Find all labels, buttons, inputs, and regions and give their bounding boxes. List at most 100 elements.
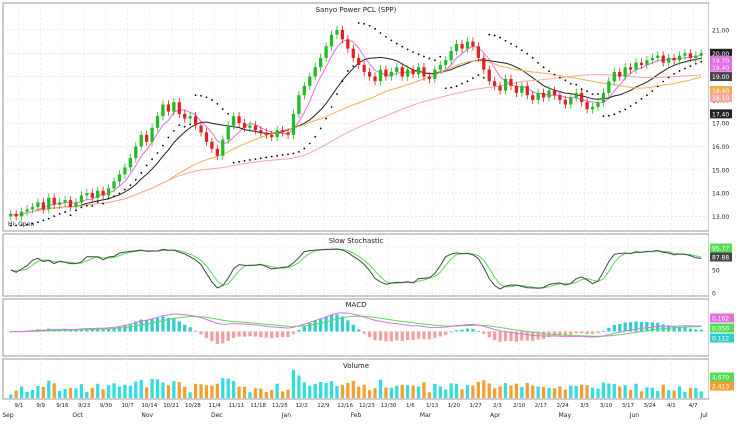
macd-histogram-bar <box>232 331 236 338</box>
psar-dot <box>390 39 393 42</box>
volume-bar <box>101 389 105 398</box>
x-day-label: 12/16 <box>337 403 353 409</box>
candle-body <box>389 71 393 77</box>
macd-histogram-bar <box>487 331 491 338</box>
candle-body <box>166 104 171 112</box>
candle-body <box>101 190 105 196</box>
macd-histogram-bar <box>237 331 241 337</box>
price-tick-label: 21.00 <box>712 27 729 34</box>
psar-dot <box>428 57 431 60</box>
volume-bar <box>465 385 470 398</box>
candle-body <box>558 95 562 100</box>
x-day-label: 9/23 <box>78 403 91 409</box>
volume-bar <box>253 388 258 398</box>
volume-bar <box>275 383 279 398</box>
candle-body <box>25 209 29 212</box>
macd-histogram-bar <box>161 316 165 332</box>
volume-bar <box>96 383 100 398</box>
candle-body <box>172 102 176 112</box>
volume-bar <box>324 383 328 398</box>
volume-bar <box>319 381 323 398</box>
candle-body <box>58 202 62 205</box>
psar-dot <box>401 45 404 48</box>
candle-body <box>384 69 388 77</box>
candle-body <box>590 106 595 110</box>
psar-dot <box>151 158 153 161</box>
psar-dot <box>461 82 463 85</box>
candle-body <box>667 57 671 63</box>
macd-histogram-bar <box>172 318 176 332</box>
psar-dot <box>553 73 556 76</box>
psar-dot <box>569 82 572 85</box>
volume-bar <box>667 390 671 398</box>
volume-bar <box>362 384 366 398</box>
psar-dot <box>559 76 561 79</box>
volume-bar <box>112 383 116 398</box>
volume-bar <box>123 384 127 398</box>
volume-bar <box>248 392 252 398</box>
candle-body <box>134 146 138 159</box>
psar-dot <box>493 34 496 37</box>
stoch-tick-label: 0 <box>712 291 716 298</box>
psar-dot <box>330 106 333 108</box>
volume-bar <box>476 382 480 398</box>
volume-bar <box>618 386 622 398</box>
candle-body <box>444 60 448 65</box>
psar-dot <box>651 90 654 92</box>
candle-body <box>96 190 100 198</box>
macd-histogram-bar <box>444 331 448 335</box>
psar-dot <box>363 22 366 25</box>
candle-body <box>150 127 154 142</box>
macd-histogram-bar <box>493 331 497 340</box>
volume-bar <box>574 385 578 398</box>
candle-body <box>19 211 24 217</box>
volume-bar <box>406 385 410 398</box>
psar-dot <box>91 204 94 207</box>
macd-histogram-bar <box>145 319 149 332</box>
volume-bar <box>19 386 24 398</box>
volume-bar <box>351 381 355 398</box>
psar-dot <box>265 156 268 159</box>
x-day-label: 12/23 <box>359 403 375 409</box>
candle-body <box>199 125 203 133</box>
price-tick-label: 16.00 <box>712 144 729 151</box>
volume-bar <box>128 385 132 398</box>
psar-dot <box>75 209 77 212</box>
psar-dot <box>276 154 279 157</box>
x-day-label: 9/16 <box>56 403 69 409</box>
price-tick-label: 13.00 <box>712 214 729 221</box>
candle-body <box>351 48 355 58</box>
psar-dot <box>189 123 192 126</box>
volume-bar <box>656 390 660 398</box>
psar-dot <box>678 70 681 72</box>
candle-body <box>275 130 279 138</box>
macd-histogram-bar <box>313 320 317 332</box>
psar-dot <box>607 114 610 117</box>
candle-body <box>433 69 437 79</box>
volume-bar <box>607 383 611 398</box>
macd-histogram-bar <box>204 331 209 338</box>
candle-body <box>259 130 263 133</box>
candle-body <box>482 57 486 70</box>
stoch-tag-label: 87.88 <box>712 255 729 262</box>
candle-body <box>465 41 470 49</box>
psar-dot <box>167 136 170 139</box>
psar-dot <box>172 129 175 132</box>
volume-bar <box>378 379 383 398</box>
psar-dot <box>531 56 534 59</box>
candle-body <box>476 46 480 58</box>
x-day-label: 4/7 <box>689 403 698 409</box>
volume-bar <box>547 387 551 398</box>
psar-dot <box>259 157 262 160</box>
volume-bar <box>623 385 627 398</box>
volume-bar <box>590 387 595 398</box>
volume-bar <box>531 385 535 398</box>
psar-dot <box>520 49 523 52</box>
macd-histogram-bar <box>193 330 198 332</box>
volume-title: Volume <box>343 362 369 370</box>
candle-body <box>286 132 290 135</box>
candle-body <box>471 41 475 47</box>
candle-body <box>400 67 404 77</box>
x-month-label: Feb <box>351 412 362 419</box>
candle-body <box>297 95 301 114</box>
